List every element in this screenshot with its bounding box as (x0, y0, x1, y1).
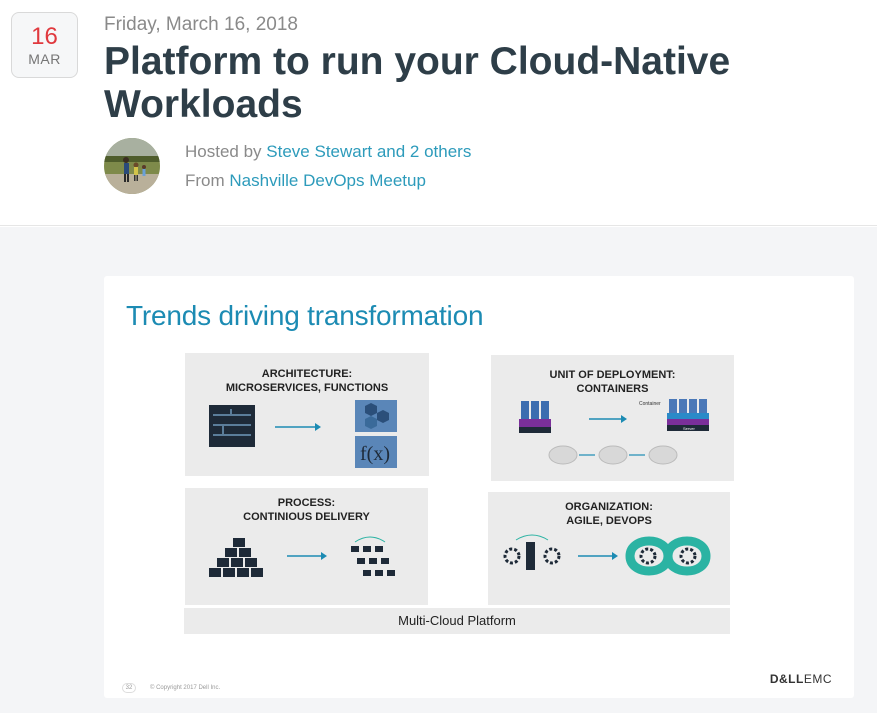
event-title: Platform to run your Cloud-Native Worklo… (104, 40, 731, 126)
panel-process: PROCESS: CONTINIOUS DELIVERY (185, 488, 428, 605)
panel-architecture: ARCHITECTURE: MICROSERVICES, FUNCTIONS f… (185, 353, 429, 476)
slide-copyright: © Copyright 2017 Dell Inc. (150, 685, 221, 691)
avatar-photo (104, 138, 160, 194)
date-month: MAR (28, 51, 61, 67)
from-group: From Nashville DevOps Meetup (185, 171, 426, 191)
panel-deployment: UNIT OF DEPLOYMENT: CONTAINERS Container… (491, 355, 734, 481)
multi-cloud-platform-bar: Multi-Cloud Platform (184, 608, 730, 634)
hosted-prefix: Hosted by (185, 142, 262, 161)
slide-page-number: 32 (122, 683, 136, 693)
architecture-diagram: f(x) (209, 400, 397, 468)
hosts-link[interactable]: Steve Stewart and 2 others (266, 142, 471, 161)
devops-diagram (503, 534, 711, 576)
from-prefix: From (185, 171, 225, 190)
date-badge: 16 MAR (11, 12, 78, 78)
hosted-by: Hosted by Steve Stewart and 2 others (185, 142, 471, 162)
containers-diagram: Container Server (519, 399, 709, 465)
event-photo-slide[interactable]: Trends driving transformation ARCHITECTU… (104, 276, 854, 698)
date-day: 16 (31, 23, 58, 50)
container-label: Container (639, 401, 661, 407)
process-diagram (209, 536, 395, 577)
dell-emc-logo: D&LLEMC (770, 672, 832, 686)
group-link[interactable]: Nashville DevOps Meetup (229, 171, 426, 190)
event-header: 16 MAR Friday, March 16, 2018 Platform t… (0, 0, 877, 226)
host-avatar[interactable] (104, 138, 160, 194)
server-label: Server (683, 426, 695, 431)
event-date: Friday, March 16, 2018 (104, 14, 298, 35)
brand-rest: EMC (803, 672, 832, 686)
brand-bold: D&LL (769, 672, 804, 686)
func-label: f(x) (360, 443, 390, 465)
slide-title: Trends driving transformation (126, 300, 484, 331)
panel-organization: ORGANIZATION: AGILE, DEVOPS (488, 492, 730, 605)
